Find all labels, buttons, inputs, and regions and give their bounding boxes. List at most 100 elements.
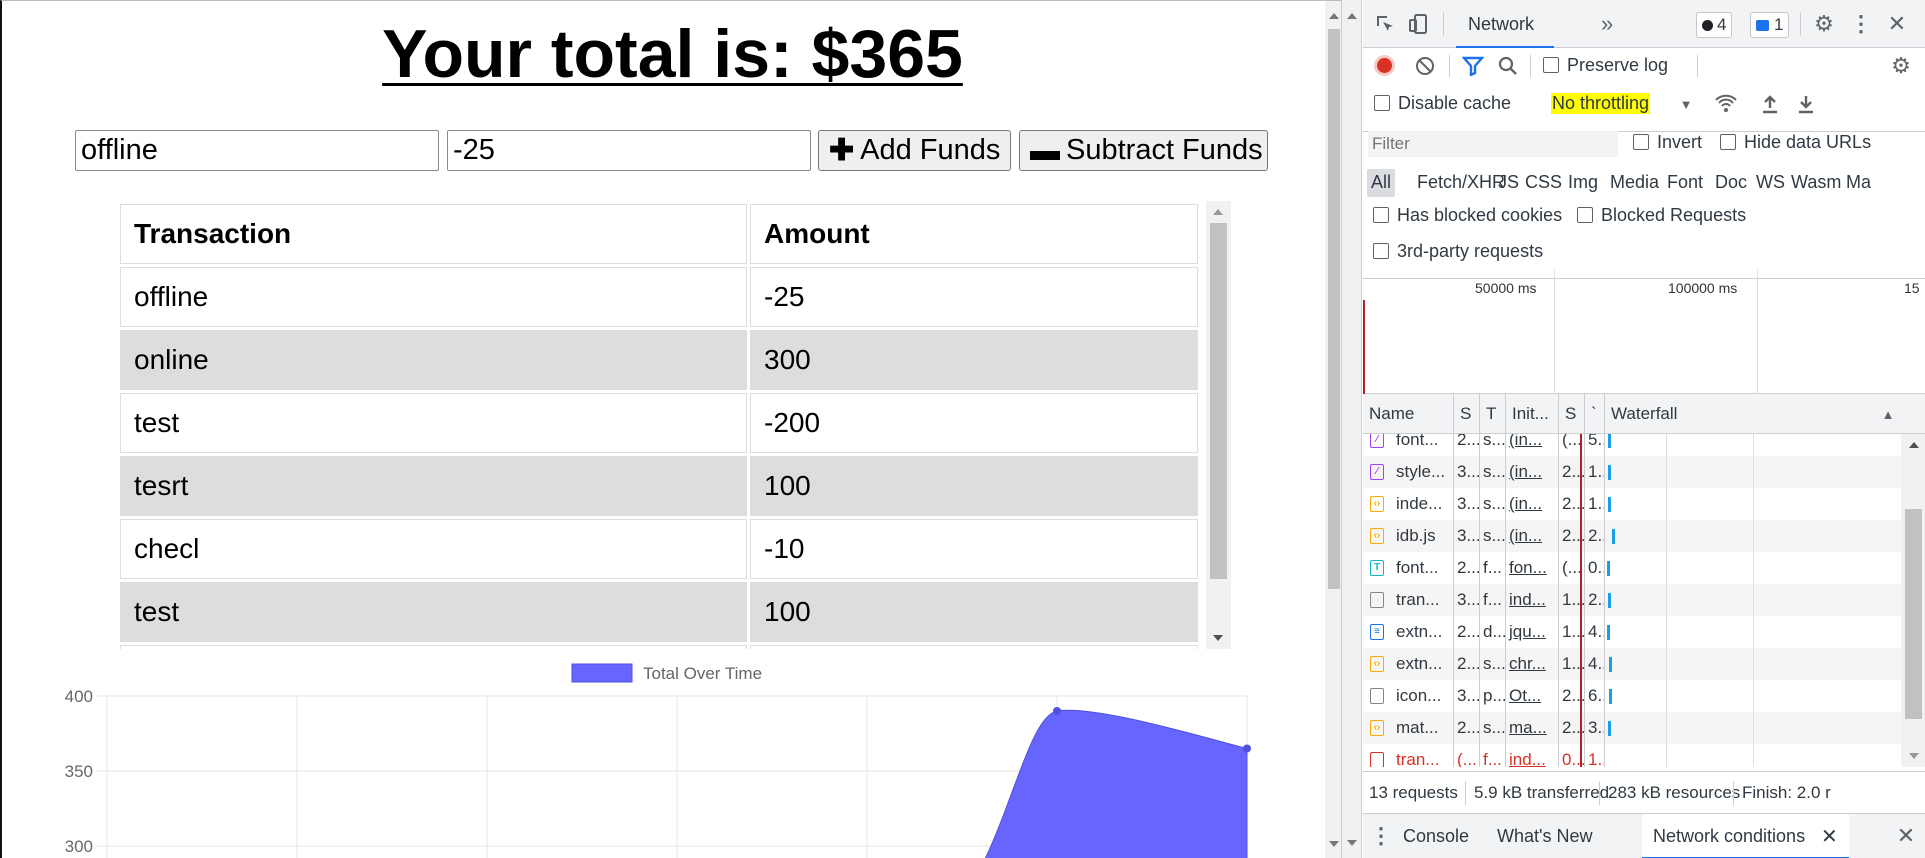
overview-load-marker xyxy=(1363,300,1365,394)
message-icon xyxy=(1756,19,1769,31)
request-row[interactable]: ‹›mat...2...s...ma...2...3... xyxy=(1363,712,1903,744)
request-row[interactable]: ≡extn...2...d...jqu...1...4... xyxy=(1363,616,1903,648)
filter-type-js[interactable]: JS xyxy=(1494,169,1523,197)
messages-count: 1 xyxy=(1774,15,1784,34)
network-status-bar: 13 requests 5.9 kB transferred 283 kB re… xyxy=(1363,771,1925,813)
filter-type-font[interactable]: Font xyxy=(1663,169,1707,197)
third-party-requests-checkbox[interactable] xyxy=(1373,243,1389,259)
scroll-down-arrow-icon[interactable] xyxy=(1213,635,1223,641)
column-header-initiator[interactable]: Init... xyxy=(1506,394,1559,434)
request-row[interactable]: Tfont...2...f...fon...(...0... xyxy=(1363,552,1903,584)
transactions-table-container[interactable]: Transaction Amount offline -25 online 30… xyxy=(117,201,1231,649)
page-scrollbar[interactable] xyxy=(1325,1,1341,858)
column-header-size[interactable]: S xyxy=(1559,394,1585,434)
add-funds-button[interactable]: ✚ Add Funds xyxy=(818,130,1011,171)
request-row[interactable]: icon...3...p...Ot...2...6... xyxy=(1363,680,1903,712)
filter-type-img[interactable]: Img xyxy=(1564,169,1602,197)
preserve-log-checkbox[interactable] xyxy=(1543,57,1559,73)
messages-badge[interactable]: 1 xyxy=(1750,12,1790,38)
column-header-time[interactable]: ` xyxy=(1585,394,1605,434)
subtract-funds-button[interactable]: ▬ Subtract Funds xyxy=(1019,130,1268,171)
table-scrollbar-thumb[interactable] xyxy=(1210,223,1227,579)
close-drawer-icon[interactable]: ✕ xyxy=(1895,823,1917,848)
request-row[interactable]: ⁄style...3...s...(in...2...1... xyxy=(1363,456,1903,488)
drawer-tab-network-conditions[interactable]: Network conditions ✕ xyxy=(1642,814,1849,858)
network-settings-gear-icon[interactable]: ⚙ xyxy=(1889,53,1913,78)
scroll-up-arrow-icon[interactable] xyxy=(1347,13,1357,19)
request-name-cell: extn... xyxy=(1393,648,1454,680)
transaction-name-input[interactable] xyxy=(75,130,439,171)
search-icon[interactable] xyxy=(1497,55,1519,77)
more-options-icon[interactable]: ⋮ xyxy=(1849,11,1873,36)
filter-type-css[interactable]: CSS xyxy=(1521,169,1566,197)
data-point[interactable] xyxy=(1053,707,1061,715)
scroll-up-arrow-icon[interactable] xyxy=(1329,13,1339,19)
column-header-name[interactable]: Name xyxy=(1363,394,1454,434)
import-har-icon[interactable] xyxy=(1759,92,1781,116)
column-header-type[interactable]: T xyxy=(1480,394,1506,434)
request-time-cell: 4... xyxy=(1585,616,1605,648)
export-har-icon[interactable] xyxy=(1795,92,1817,116)
scroll-up-arrow-icon[interactable] xyxy=(1909,442,1919,448)
network-overview-timeline[interactable]: 50000 ms 100000 ms 15 xyxy=(1363,270,1925,394)
scroll-down-arrow-icon[interactable] xyxy=(1347,840,1357,846)
request-row[interactable]: ‹›inde...3...s...(in...2...1... xyxy=(1363,488,1903,520)
request-row[interactable]: ⁄font...2...s...(in...(...5... xyxy=(1363,434,1903,456)
filter-icon[interactable] xyxy=(1461,55,1485,77)
hide-data-urls-checkbox[interactable] xyxy=(1720,134,1736,150)
drawer-menu-icon[interactable]: ⋮ xyxy=(1370,823,1392,848)
column-header-status[interactable]: S xyxy=(1454,394,1480,434)
toolbar-separator xyxy=(1800,12,1801,36)
filter-type-all[interactable]: All xyxy=(1367,169,1396,197)
has-blocked-cookies-checkbox[interactable] xyxy=(1373,207,1389,223)
transaction-name-cell xyxy=(120,645,747,649)
invert-checkbox[interactable] xyxy=(1633,134,1649,150)
disable-cache-checkbox[interactable] xyxy=(1374,95,1390,111)
filter-type-media[interactable]: Media xyxy=(1606,169,1663,197)
chart-legend[interactable]: Total Over Time xyxy=(571,663,762,683)
errors-badge[interactable]: 4 xyxy=(1696,12,1733,38)
scroll-down-arrow-icon[interactable] xyxy=(1909,753,1919,759)
request-row[interactable]: ‹›extn...2...s...chr...1...4... xyxy=(1363,648,1903,680)
request-list-scrollbar-thumb[interactable] xyxy=(1905,509,1922,719)
column-header-waterfall[interactable]: Waterfall xyxy=(1605,394,1878,434)
record-icon[interactable] xyxy=(1374,55,1395,76)
drawer-tab-console[interactable]: Console xyxy=(1403,826,1469,847)
page-scrollbar-thumb[interactable] xyxy=(1328,29,1340,589)
legend-label: Total Over Time xyxy=(643,664,762,683)
request-row[interactable]: ‹›idb.js3...s...(in...2...2... xyxy=(1363,520,1903,552)
devtools-resize-scrollbar[interactable] xyxy=(1342,0,1362,858)
scroll-down-arrow-icon[interactable] xyxy=(1329,841,1339,847)
request-row[interactable]: tran...3...f...ind...1...2... xyxy=(1363,584,1903,616)
request-list[interactable]: ⁄font...2...s...(in...(...5...⁄style...3… xyxy=(1363,434,1925,767)
request-row[interactable]: tran...(...f...ind...0...1... xyxy=(1363,744,1903,767)
transaction-amount-input[interactable] xyxy=(447,130,811,171)
close-devtools-icon[interactable]: ✕ xyxy=(1885,11,1909,36)
request-time-cell: 4... xyxy=(1585,648,1605,680)
scroll-up-arrow-icon[interactable] xyxy=(1213,209,1223,215)
network-conditions-icon[interactable] xyxy=(1713,91,1739,115)
throttling-select[interactable]: No throttling xyxy=(1551,93,1651,114)
settings-gear-icon[interactable]: ⚙ xyxy=(1812,11,1836,36)
blocked-requests-checkbox[interactable] xyxy=(1577,207,1593,223)
request-time-cell: 1... xyxy=(1585,744,1605,767)
inspect-element-icon[interactable] xyxy=(1373,12,1397,36)
tab-network[interactable]: Network xyxy=(1456,0,1554,48)
data-point[interactable] xyxy=(1243,744,1251,753)
throttling-dropdown-arrow-icon[interactable]: ▼ xyxy=(1678,94,1694,114)
drawer-tab-whats-new[interactable]: What's New xyxy=(1497,826,1592,847)
device-toolbar-icon[interactable] xyxy=(1407,12,1431,36)
request-list-scrollbar[interactable] xyxy=(1901,434,1925,767)
request-type-cell: s... xyxy=(1480,648,1506,680)
clear-icon[interactable] xyxy=(1414,55,1436,77)
filter-type-wasm[interactable]: Wasm xyxy=(1787,169,1845,197)
filter-type-doc[interactable]: Doc xyxy=(1711,169,1751,197)
close-tab-icon[interactable]: ✕ xyxy=(1821,824,1838,849)
filter-type-manifest[interactable]: Ma xyxy=(1842,169,1875,197)
filter-input[interactable] xyxy=(1368,131,1618,157)
table-scrollbar[interactable] xyxy=(1206,201,1231,649)
more-tabs-icon[interactable]: » xyxy=(1601,11,1613,37)
script-file-icon: ‹› xyxy=(1370,656,1384,672)
sort-ascending-icon[interactable]: ▲ xyxy=(1879,404,1897,424)
filter-type-ws[interactable]: WS xyxy=(1752,169,1789,197)
